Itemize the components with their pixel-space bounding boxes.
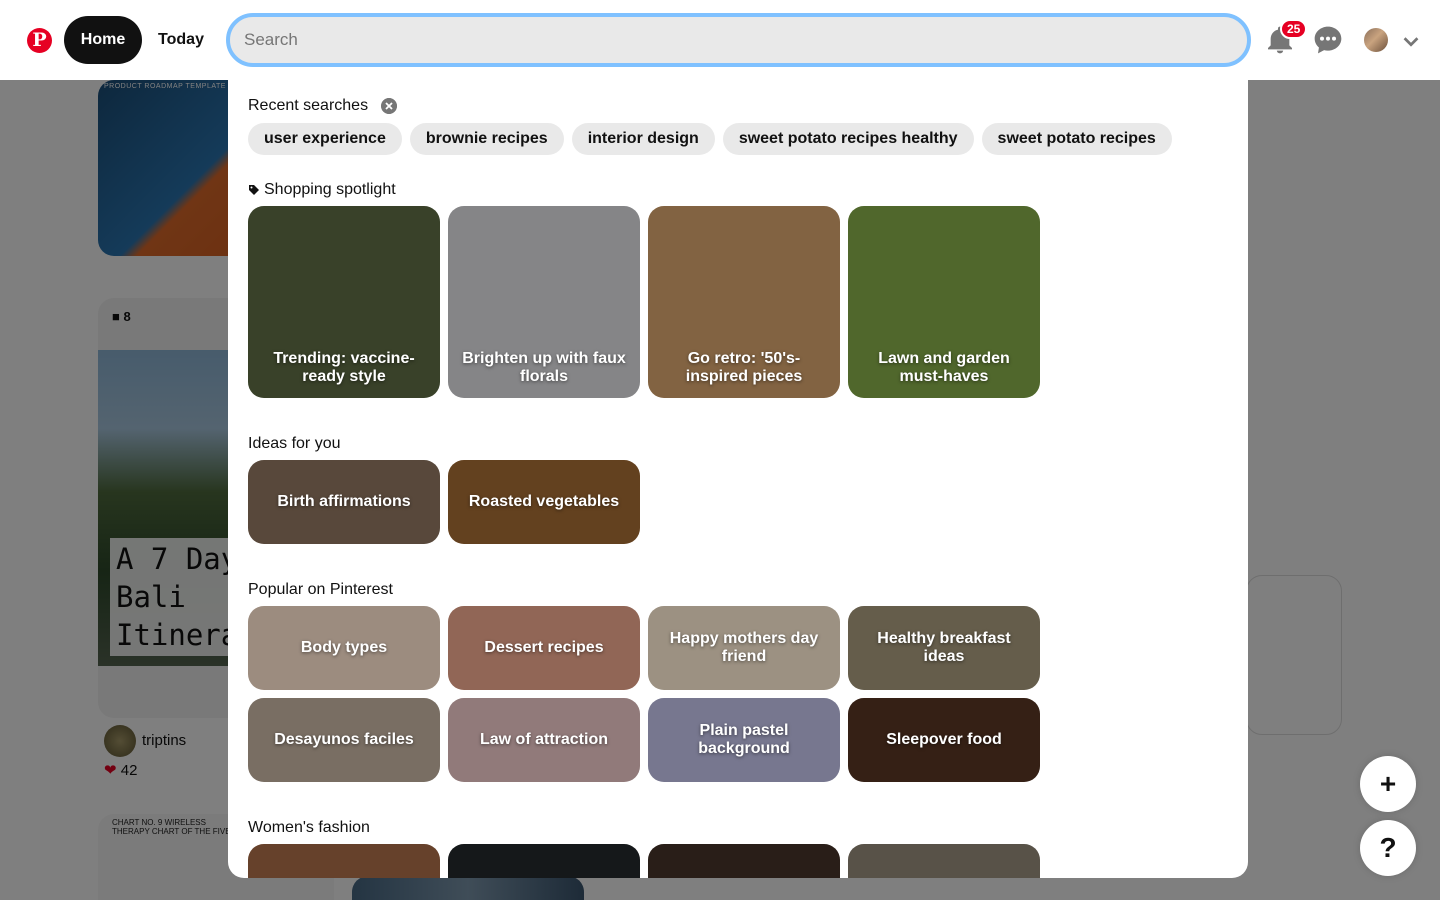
search-suggestion-tile[interactable]: Roasted vegetables [448, 460, 640, 544]
tile-label: Trending: vaccine-ready style [273, 350, 415, 385]
search-suggestion-tile[interactable] [248, 844, 440, 878]
tile-shade [848, 844, 1040, 878]
tile-shade [448, 844, 640, 878]
recent-search-chip[interactable]: sweet potato recipes [981, 123, 1172, 155]
tile-label: Lawn and garden must-haves [878, 350, 1010, 385]
tile-label: Go retro: '50's-inspired pieces [685, 350, 803, 385]
search-suggestion-tile[interactable] [448, 844, 640, 878]
search-suggestion-tile[interactable]: Trending: vaccine-ready style [248, 206, 440, 398]
tile-label: Birth affirmations [277, 493, 411, 510]
clear-recent-icon[interactable] [381, 98, 397, 114]
popular-on-pinterest-title: Popular on Pinterest [248, 581, 393, 598]
search-suggestion-tile[interactable]: Birth affirmations [248, 460, 440, 544]
today-tab[interactable]: Today [142, 16, 220, 64]
tile-label: Body types [300, 639, 388, 656]
user-avatar[interactable] [1364, 28, 1388, 52]
womens-fashion-title: Women's fashion [248, 819, 370, 836]
search-suggestion-tile[interactable]: Law of attraction [448, 698, 640, 782]
shopping-spotlight-title: Shopping spotlight [264, 181, 396, 198]
recent-search-chip[interactable]: interior design [571, 123, 715, 155]
search-suggestion-tile[interactable]: Happy mothers day friend [648, 606, 840, 690]
tile-shade [248, 844, 440, 878]
search-suggestion-tile[interactable] [848, 844, 1040, 878]
recent-search-chip[interactable]: sweet potato recipes healthy [722, 123, 974, 155]
notification-count-badge: 25 [1280, 19, 1308, 39]
search-suggestion-tile[interactable]: Plain pastel background [648, 698, 840, 782]
top-nav-bar: P Home Today 25 [0, 0, 1440, 80]
ideas-for-you-title: Ideas for you [248, 435, 341, 452]
recent-search-chips: user experience brownie recipes interior d… [248, 123, 1172, 155]
search-bar[interactable] [226, 13, 1251, 67]
tile-label: Healthy breakfast ideas [877, 630, 1011, 665]
recent-searches-title: Recent searches [248, 97, 369, 114]
search-suggestion-tile[interactable]: Body types [248, 606, 440, 690]
search-suggestion-tile[interactable]: Lawn and garden must-haves [848, 206, 1040, 398]
search-suggestion-tile[interactable]: Dessert recipes [448, 606, 640, 690]
home-tab[interactable]: Home [64, 16, 142, 64]
tile-label: Brighten up with faux florals [462, 350, 626, 385]
create-button[interactable]: + [1360, 756, 1416, 812]
recent-search-chip[interactable]: user experience [248, 123, 402, 155]
tile-label: Law of attraction [479, 731, 608, 748]
tile-label: Dessert recipes [484, 639, 604, 656]
tile-label: Happy mothers day friend [669, 630, 819, 665]
pinterest-logo-icon[interactable]: P [27, 28, 52, 53]
search-input[interactable] [244, 17, 1224, 63]
help-button[interactable]: ? [1360, 820, 1416, 876]
search-suggestion-tile[interactable]: Brighten up with faux florals [448, 206, 640, 398]
tile-shade [648, 844, 840, 878]
tile-label: Sleepover food [886, 731, 1002, 748]
recent-search-chip[interactable]: brownie recipes [409, 123, 564, 155]
chevron-down-icon[interactable] [1400, 30, 1422, 52]
tag-icon [249, 185, 259, 195]
search-dropdown: Recent searches user experience brownie r… [228, 80, 1248, 878]
chat-bubble-icon[interactable] [1312, 24, 1344, 56]
tile-label: Plain pastel background [698, 722, 790, 757]
search-suggestion-tile[interactable]: Go retro: '50's-inspired pieces [648, 206, 840, 398]
tile-label: Roasted vegetables [468, 493, 620, 510]
search-suggestion-tile[interactable]: Healthy breakfast ideas [848, 606, 1040, 690]
search-suggestion-tile[interactable]: Sleepover food [848, 698, 1040, 782]
search-suggestion-tile[interactable] [648, 844, 840, 878]
tile-label: Desayunos faciles [274, 731, 414, 748]
search-suggestion-tile[interactable]: Desayunos faciles [248, 698, 440, 782]
